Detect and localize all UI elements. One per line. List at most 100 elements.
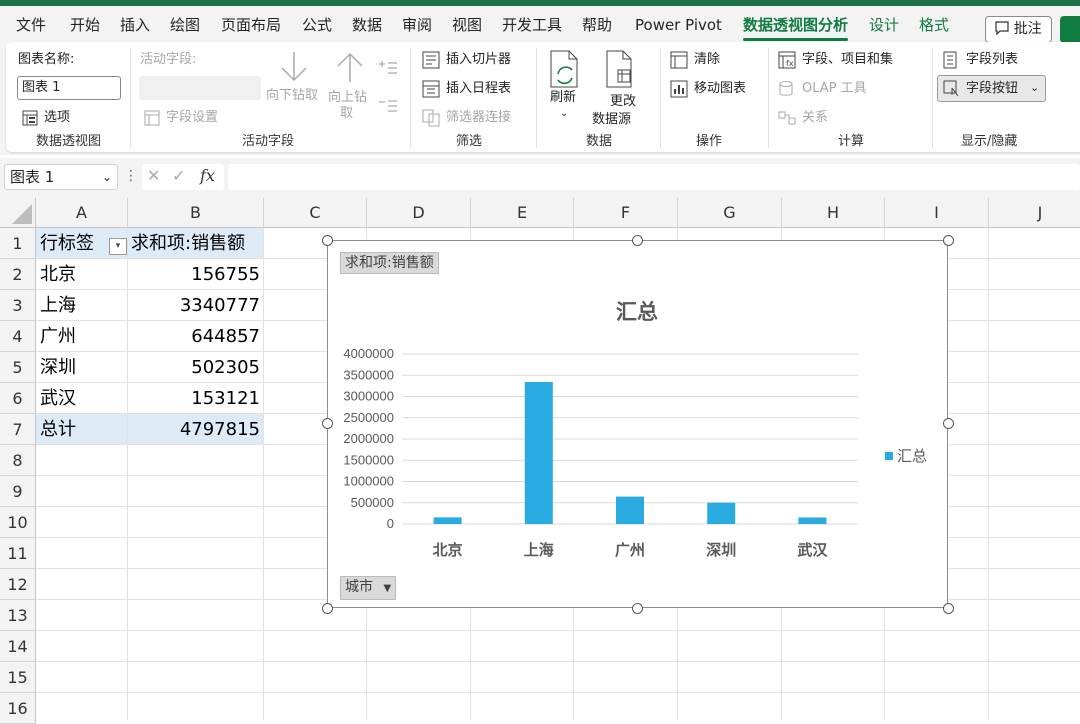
row-header[interactable]: 7	[0, 414, 36, 445]
formula-input[interactable]	[228, 164, 1080, 190]
row-header[interactable]: 12	[0, 569, 36, 600]
pivot-row-value[interactable]: 156755	[132, 259, 260, 290]
resize-handle[interactable]	[322, 418, 333, 429]
column-header-i[interactable]: I	[885, 198, 989, 228]
group-calculations-label: 计算	[838, 134, 865, 149]
change-data-source-button[interactable]: 更改 数据源	[590, 48, 650, 127]
comments-button[interactable]: 批注	[985, 16, 1052, 43]
share-button[interactable]	[1060, 16, 1080, 43]
tab-formulas[interactable]: 公式	[302, 15, 332, 35]
tab-pivotchart-analyze[interactable]: 数据透视图分析	[743, 15, 849, 41]
relationships-button[interactable]: 关系	[778, 108, 858, 128]
resize-handle[interactable]	[943, 418, 954, 429]
tab-format[interactable]: 格式	[919, 15, 949, 35]
tab-home[interactable]: 开始	[70, 15, 100, 35]
field-list-button[interactable]: 字段列表	[942, 50, 1042, 70]
column-header-j[interactable]: J	[989, 198, 1080, 228]
chart-bar[interactable]	[707, 502, 736, 524]
pivot-row-label[interactable]: 武汉	[40, 383, 76, 414]
row-header[interactable]: 16	[0, 693, 36, 724]
resize-handle[interactable]	[322, 603, 333, 614]
row-header[interactable]: 14	[0, 631, 36, 662]
pivot-row-label-header[interactable]: 行标签	[40, 228, 94, 259]
clear-button[interactable]: 清除	[670, 50, 750, 70]
pivot-row-value[interactable]: 644857	[132, 321, 260, 352]
drill-up-button[interactable]: 向上钻 取	[324, 50, 378, 122]
column-header-a[interactable]: A	[36, 198, 128, 228]
row-header[interactable]: 15	[0, 662, 36, 693]
row-header[interactable]: 4	[0, 321, 36, 352]
column-header-b[interactable]: B	[128, 198, 264, 228]
filter-connections-button[interactable]: 筛选器连接	[422, 108, 532, 128]
move-chart-button[interactable]: 移动图表	[670, 79, 760, 99]
refresh-button[interactable]: 刷新 ⌄	[544, 48, 584, 126]
resize-handle[interactable]	[943, 603, 954, 614]
filter-dropdown-icon[interactable]: ▾	[109, 238, 127, 255]
tab-file[interactable]: 文件	[16, 15, 46, 35]
row-header[interactable]: 10	[0, 507, 36, 538]
active-field-input[interactable]	[139, 76, 261, 100]
pivot-row-value[interactable]: 153121	[132, 383, 260, 414]
resize-handle[interactable]	[632, 235, 643, 246]
pivot-row-value[interactable]: 3340777	[132, 290, 260, 321]
column-header-c[interactable]: C	[264, 198, 367, 228]
pivot-row-label[interactable]: 广州	[40, 321, 76, 352]
column-header-e[interactable]: E	[471, 198, 574, 228]
tab-developer[interactable]: 开发工具	[502, 15, 562, 35]
insert-timeline-button[interactable]: 插入日程表	[422, 79, 532, 99]
row-header[interactable]: 8	[0, 445, 36, 476]
chart-bar[interactable]	[433, 517, 462, 524]
chart-name-input[interactable]: 图表 1	[17, 76, 121, 100]
pivot-value-header[interactable]: 求和项:销售额	[131, 228, 245, 259]
column-header-g[interactable]: G	[678, 198, 782, 228]
insert-function-icon[interactable]: fx	[200, 166, 215, 185]
confirm-icon[interactable]: ✓	[172, 166, 185, 185]
tab-view[interactable]: 视图	[452, 15, 482, 35]
pivot-row-label[interactable]: 上海	[40, 290, 76, 321]
pivot-row-label[interactable]: 北京	[40, 259, 76, 290]
fields-items-sets-button[interactable]: fx 字段、项目和集	[778, 50, 918, 70]
tab-page-layout[interactable]: 页面布局	[221, 15, 281, 35]
resize-handle[interactable]	[322, 235, 333, 246]
row-header[interactable]: 11	[0, 538, 36, 569]
column-header-d[interactable]: D	[367, 198, 471, 228]
tab-help[interactable]: 帮助	[582, 15, 612, 35]
chart-bar[interactable]	[616, 496, 644, 524]
row-header[interactable]: 1	[0, 228, 36, 259]
pivot-total-label[interactable]: 总计	[40, 414, 76, 445]
tab-draw[interactable]: 绘图	[170, 15, 200, 35]
tab-data[interactable]: 数据	[352, 15, 382, 35]
resize-handle[interactable]	[632, 603, 643, 614]
options-button[interactable]: 选项	[22, 108, 82, 128]
name-box[interactable]: 图表 1 ⌄	[4, 164, 118, 190]
row-header[interactable]: 9	[0, 476, 36, 507]
select-all-corner[interactable]	[0, 198, 36, 228]
tab-design[interactable]: 设计	[869, 15, 899, 35]
field-settings-button[interactable]: 字段设置	[142, 108, 232, 128]
cancel-icon[interactable]: ✕	[147, 166, 160, 185]
pivot-total-value[interactable]: 4797815	[132, 414, 260, 445]
drill-down-button[interactable]: 向下钻取	[264, 50, 324, 110]
insert-slicer-button[interactable]: 插入切片器	[422, 50, 532, 70]
pivot-row-value[interactable]: 502305	[132, 352, 260, 383]
tab-insert[interactable]: 插入	[120, 15, 150, 35]
column-header-h[interactable]: H	[782, 198, 885, 228]
column-header-f[interactable]: F	[574, 198, 678, 228]
olap-tools-button[interactable]: OLAP 工具	[778, 79, 898, 99]
pivot-row-label[interactable]: 深圳	[40, 352, 76, 383]
legend-label[interactable]: 汇总	[897, 448, 927, 465]
row-header[interactable]: 5	[0, 352, 36, 383]
tab-power-pivot[interactable]: Power Pivot	[635, 15, 722, 35]
chart-bar[interactable]	[524, 382, 553, 524]
field-buttons-button[interactable]: 字段按钮 ⌄	[937, 75, 1046, 102]
resize-handle[interactable]	[943, 235, 954, 246]
row-header[interactable]: 3	[0, 290, 36, 321]
tab-review[interactable]: 审阅	[402, 15, 432, 35]
pivot-chart[interactable]: 求和项:销售额 汇总 4000000 3500000 3000000 2500000 2…	[327, 240, 948, 608]
row-header[interactable]: 6	[0, 383, 36, 414]
chart-bar[interactable]	[798, 517, 827, 524]
axis-field-button[interactable]: 城市 ▼	[340, 576, 397, 600]
row-header[interactable]: 13	[0, 600, 36, 631]
row-header[interactable]: 2	[0, 259, 36, 290]
ribbon-panel: 图表名称: 图表 1 选项 数据透视图 活动字段: 字段设置 向下钻取 向上钻 …	[6, 42, 1080, 152]
